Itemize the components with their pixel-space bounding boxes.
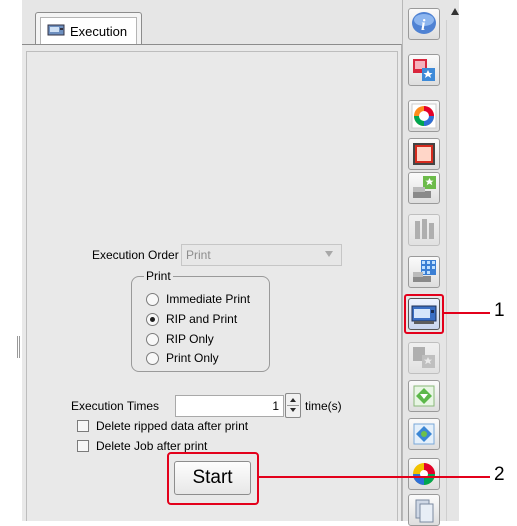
composite-icon[interactable] [408, 342, 440, 374]
radio-label: RIP Only [166, 332, 214, 346]
quality-icon[interactable] [408, 100, 440, 132]
spinner-down-icon[interactable] [290, 408, 296, 412]
execution-order-value: Print [186, 248, 211, 262]
start-highlight-box [167, 452, 259, 505]
print-group-title: Print [144, 269, 173, 283]
callout-2-number: 2 [494, 464, 505, 485]
chevron-down-icon [325, 251, 333, 257]
checkbox-delete-ripped-data[interactable]: Delete ripped data after print [77, 419, 248, 433]
checkbox-label: Delete ripped data after print [96, 419, 249, 433]
radio-label: Immediate Print [166, 292, 251, 306]
checkbox-delete-job[interactable]: Delete Job after print [77, 439, 207, 453]
radio-immediate-print[interactable]: Immediate Print [146, 292, 250, 306]
info-icon[interactable]: i [408, 8, 440, 40]
execution-order-select[interactable]: Print [181, 244, 342, 266]
scroll-up-icon[interactable] [451, 8, 459, 15]
crop-icon[interactable] [408, 138, 440, 170]
radio-label: Print Only [166, 351, 219, 365]
radio-button[interactable] [146, 351, 159, 365]
tab-execution[interactable]: Execution [35, 12, 142, 44]
svg-text:i: i [421, 17, 426, 34]
cut-icon[interactable] [408, 214, 440, 246]
job-properties-icon[interactable] [408, 54, 440, 86]
radio-rip-and-print[interactable]: RIP and Print [146, 312, 237, 326]
execution-times-input[interactable]: 1 [175, 395, 284, 417]
callout-1-line [444, 312, 490, 314]
radio-button[interactable] [146, 332, 159, 346]
radio-label: RIP and Print [166, 312, 238, 326]
download-icon[interactable] [408, 380, 440, 412]
radio-button-selected[interactable] [146, 312, 159, 326]
radio-rip-only[interactable]: RIP Only [146, 332, 214, 346]
callout-1-number: 1 [494, 300, 505, 321]
document-icon[interactable] [408, 494, 440, 526]
pattern-icon[interactable] [408, 256, 440, 288]
execution-times-unit: time(s) [305, 399, 342, 413]
transfer-icon[interactable] [408, 418, 440, 450]
checkbox[interactable] [77, 420, 89, 432]
execution-times-spinner[interactable] [285, 393, 301, 418]
color-wheel-icon[interactable] [408, 458, 440, 490]
toolbar-scrollbar[interactable] [446, 20, 458, 521]
execution-order-label: Execution Order [92, 248, 179, 262]
media-feed-icon[interactable] [408, 172, 440, 204]
radio-button[interactable] [146, 292, 159, 306]
toolbar-highlight-box [404, 294, 444, 334]
callout-2-line [259, 476, 490, 478]
tab-label: Execution [70, 23, 128, 39]
spinner-up-icon[interactable] [290, 398, 296, 402]
splitter-handle[interactable] [17, 336, 20, 358]
execution-tab-icon [47, 23, 65, 40]
checkbox-label: Delete Job after print [96, 439, 208, 453]
radio-print-only[interactable]: Print Only [146, 351, 219, 365]
checkbox[interactable] [77, 440, 89, 452]
execution-times-label: Execution Times [71, 399, 160, 413]
